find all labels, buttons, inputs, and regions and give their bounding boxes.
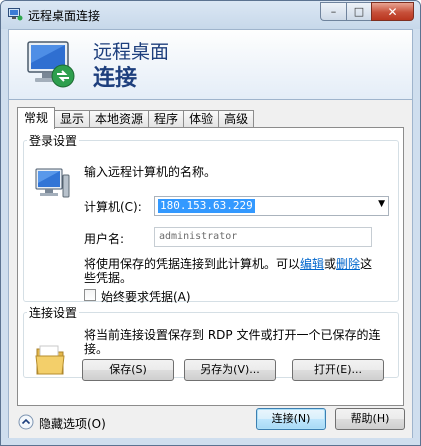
rdp-app-icon <box>8 8 23 21</box>
username-label: 用户名: <box>84 232 125 246</box>
minimize-button[interactable]: – <box>320 2 346 21</box>
computer-combobox[interactable]: 180.153.63.229 ▼ <box>154 196 389 216</box>
maximize-icon: □ <box>353 5 365 18</box>
saved-credentials-text-part3: 些凭据。 <box>84 271 133 285</box>
connection-settings-description-part2: 接。 <box>84 342 109 356</box>
tab-local-resources[interactable]: 本地资源 <box>89 110 150 128</box>
connection-settings-description: 将当前连接设置保存到 RDP 文件或打开一个已保存的连 接。 <box>84 328 394 356</box>
tab-advanced[interactable]: 高级 <box>218 110 255 128</box>
save-button[interactable]: 保存(S) <box>82 359 174 381</box>
rdp-window: 远程桌面连接 – □ ✕ 远程桌面 连接 常规 显示 本地资源 程序 体验 高级… <box>0 0 421 446</box>
saved-credentials-text: 将使用保存的凭据连接到此计算机。可以编辑或删除这些凭据。 <box>84 257 384 285</box>
help-button[interactable]: 帮助(H) <box>335 408 405 430</box>
title-bar[interactable]: 远程桌面连接 – □ ✕ <box>1 1 420 29</box>
remote-desktop-icon <box>27 41 75 88</box>
connection-settings-group: 连接设置 将当前连接设置保存到 RDP 文件或打开一个已保存的连 接。 保存(S)… <box>23 304 399 381</box>
computer-name-prompt: 输入远程计算机的名称。 <box>84 165 217 179</box>
chevron-down-icon[interactable]: ▼ <box>378 199 385 209</box>
general-tab-panel: 登录设置 输入远程计算机的名称。 计算机(C): 180.153.63.229 … <box>17 127 404 406</box>
connection-settings-legend: 连接设置 <box>29 306 78 320</box>
tab-programs[interactable]: 程序 <box>148 110 185 128</box>
connect-button[interactable]: 连接(N) <box>256 408 326 430</box>
header-banner: 远程桌面 连接 <box>8 29 413 100</box>
computer-icon <box>35 168 70 198</box>
tab-experience[interactable]: 体验 <box>183 110 220 128</box>
connection-settings-description-part1: 将当前连接设置保存到 RDP 文件或打开一个已保存的连 <box>84 328 381 342</box>
tab-display[interactable]: 显示 <box>54 110 91 128</box>
save-as-button[interactable]: 另存为(V)... <box>184 359 276 381</box>
login-settings-group: 登录设置 输入远程计算机的名称。 计算机(C): 180.153.63.229 … <box>23 132 399 305</box>
or-text: 或 <box>324 257 337 271</box>
computer-label: 计算机(C): <box>84 200 142 214</box>
close-button[interactable]: ✕ <box>371 2 414 21</box>
username-field[interactable]: administrator <box>154 227 372 247</box>
saved-credentials-text-part1: 将使用保存的凭据连接到此计算机。可以 <box>84 257 301 271</box>
close-icon: ✕ <box>387 4 398 19</box>
saved-credentials-text-part2: 这 <box>360 257 373 271</box>
delete-credentials-link[interactable]: 删除 <box>336 257 360 271</box>
tab-general[interactable]: 常规 <box>17 107 56 129</box>
folder-icon <box>35 345 65 375</box>
dialog-body: 常规 显示 本地资源 程序 体验 高级 登录设置 输入远程计算机的名称。 计算机… <box>8 100 413 438</box>
computer-value: 180.153.63.229 <box>158 199 255 213</box>
header-title-line2: 连接 <box>93 66 138 91</box>
tab-bar: 常规 显示 本地资源 程序 体验 高级 <box>17 107 255 129</box>
login-settings-legend: 登录设置 <box>29 134 78 148</box>
maximize-button[interactable]: □ <box>346 2 371 21</box>
always-ask-credentials-label[interactable]: 始终要求凭据(A) <box>101 288 191 305</box>
hide-options-label[interactable]: 隐藏选项(O) <box>39 415 106 432</box>
open-button[interactable]: 打开(E)... <box>292 359 384 381</box>
chevron-up-icon[interactable] <box>18 414 34 430</box>
window-title: 远程桌面连接 <box>28 9 101 23</box>
always-ask-credentials-checkbox[interactable] <box>84 289 96 301</box>
edit-credentials-link[interactable]: 编辑 <box>300 257 324 271</box>
minimize-icon: – <box>330 5 337 18</box>
